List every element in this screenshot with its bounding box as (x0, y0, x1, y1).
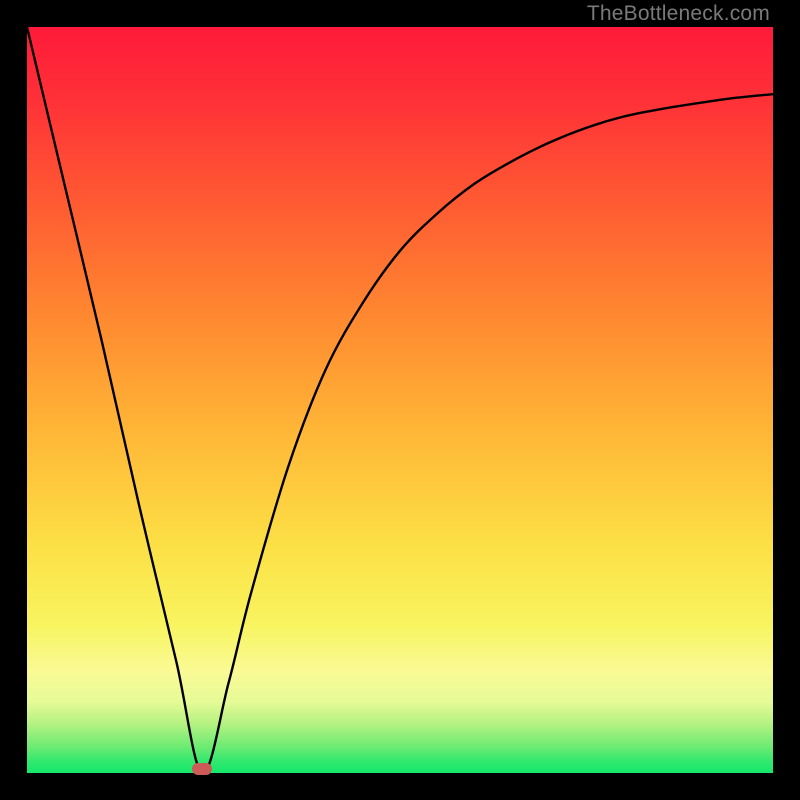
minimum-marker (192, 763, 212, 775)
bottleneck-curve (27, 27, 773, 773)
curve-path (27, 27, 773, 773)
watermark-text: TheBottleneck.com (587, 2, 770, 26)
chart-frame (27, 27, 773, 773)
